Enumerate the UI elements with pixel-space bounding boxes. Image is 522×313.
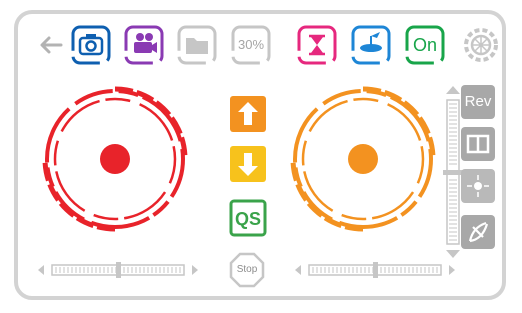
trim-left-arrow-icon[interactable] (38, 265, 44, 275)
trim-handle[interactable] (373, 262, 378, 278)
left-joystick[interactable] (40, 84, 190, 234)
loop-icon: QS (235, 209, 261, 229)
rev-label: Rev (464, 93, 492, 110)
hourglass-button[interactable] (296, 24, 338, 66)
calibrate-button[interactable] (460, 214, 496, 250)
rev-button[interactable]: Rev (460, 84, 496, 120)
right-joystick-knob[interactable] (348, 144, 378, 174)
stop-label: Stop (236, 264, 258, 275)
down-button[interactable] (229, 145, 267, 183)
center-button[interactable] (460, 168, 496, 204)
loop-button[interactable]: QS (229, 199, 267, 237)
settings-button[interactable] (462, 26, 500, 64)
stop-button[interactable]: Stop (229, 252, 265, 288)
propeller-icon (360, 32, 382, 52)
hourglass-icon (309, 34, 325, 56)
speed-button[interactable]: 30% (230, 24, 272, 66)
right-horizontal-trim[interactable] (287, 261, 463, 279)
video-camera-icon (134, 33, 157, 53)
power-button[interactable]: On (404, 24, 446, 66)
back-button[interactable] (38, 34, 64, 56)
speed-label: 30% (237, 37, 265, 52)
trim-handle[interactable] (116, 262, 121, 278)
split-view-button[interactable] (460, 126, 496, 162)
left-horizontal-trim[interactable] (30, 261, 206, 279)
trim-down-arrow-icon[interactable] (446, 250, 460, 258)
drone-button[interactable] (350, 24, 392, 66)
trim-up-arrow-icon[interactable] (446, 86, 460, 94)
folder-button[interactable] (176, 24, 218, 66)
trim-right-arrow-icon[interactable] (449, 265, 455, 275)
arrow-left-icon (40, 36, 63, 54)
power-label: On (412, 35, 437, 55)
right-joystick[interactable] (288, 84, 438, 234)
camera-icon (78, 34, 104, 56)
left-joystick-knob[interactable] (100, 144, 130, 174)
video-button[interactable] (123, 24, 165, 66)
folder-icon (186, 38, 208, 54)
trim-left-arrow-icon[interactable] (295, 265, 301, 275)
trim-right-arrow-icon[interactable] (192, 265, 198, 275)
up-button[interactable] (229, 95, 267, 133)
camera-button[interactable] (70, 24, 112, 66)
gear-icon (464, 28, 498, 62)
